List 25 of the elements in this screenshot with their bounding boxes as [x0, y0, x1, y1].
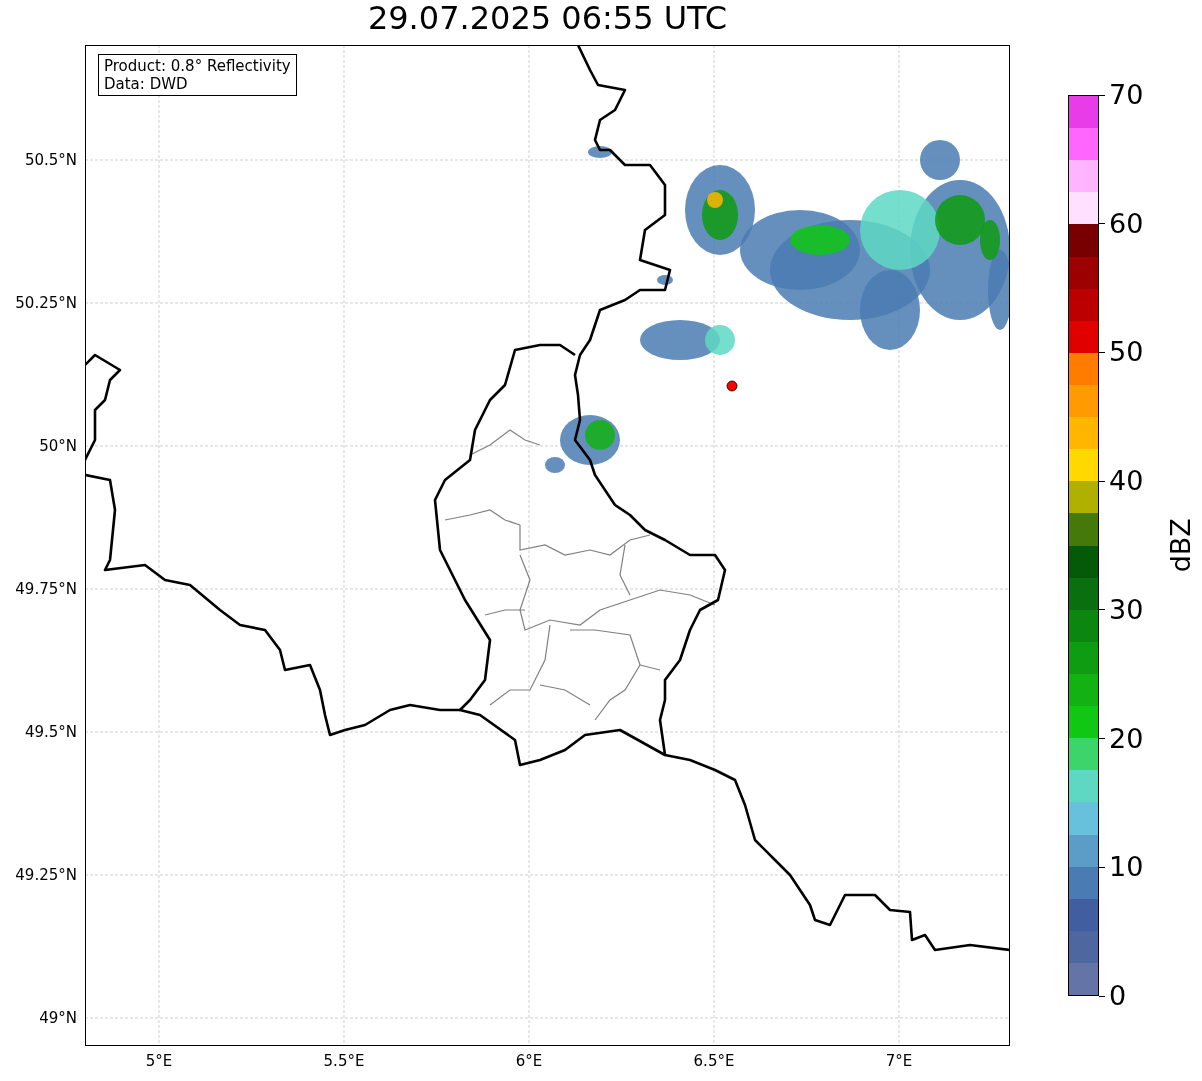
longitude-label: 5.5°E: [323, 1052, 365, 1070]
colorbar-tick-label: 50: [1109, 337, 1144, 368]
latitude-label: 49.75°N: [15, 579, 77, 598]
latitude-label: 49°N: [39, 1008, 77, 1027]
latitude-label: 50°N: [39, 436, 77, 455]
colorbar-tick-label: 60: [1109, 208, 1144, 239]
longitude-label: 6°E: [515, 1052, 543, 1070]
chart-title: 29.07.2025 06:55 UTC: [367, 0, 728, 39]
longitude-label: 5°E: [145, 1052, 173, 1070]
latitude-label: 50.25°N: [15, 293, 77, 312]
info-text: Data: DWD: [104, 75, 189, 93]
longitude-label: 6.5°E: [693, 1052, 735, 1070]
colorbar-tick-label: 10: [1109, 852, 1144, 883]
colorbar-tick-label: 40: [1109, 466, 1144, 497]
colorbar-label: dBZ: [1163, 518, 1197, 573]
colorbar-tick-label: 30: [1109, 594, 1144, 625]
colorbar-tick-label: 70: [1109, 80, 1144, 110]
radar-site-marker: [726, 380, 738, 392]
info-text: Product: 0.8° Reflectivity: [104, 57, 291, 75]
latitude-label: 49.5°N: [24, 722, 77, 741]
colorbar-tick-label: 0: [1109, 981, 1127, 1011]
latitude-label: 49.25°N: [15, 865, 77, 884]
latitude-label: 50.5°N: [24, 150, 77, 169]
longitude-label: 7°E: [885, 1052, 913, 1070]
colorbar-tick-label: 20: [1109, 723, 1144, 754]
